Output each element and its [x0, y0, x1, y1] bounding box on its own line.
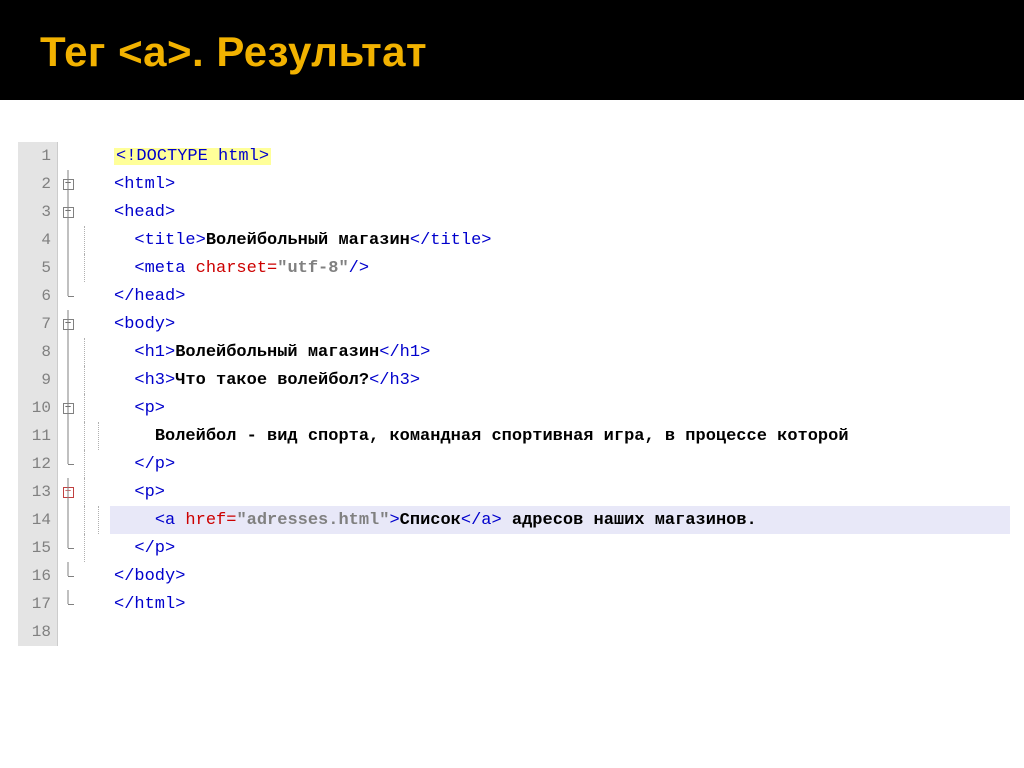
indent-guide: [78, 170, 110, 198]
line-number: 17: [18, 590, 58, 618]
code-content[interactable]: </head>: [110, 282, 185, 310]
fold-gutter: [58, 506, 78, 534]
line-number: 14: [18, 506, 58, 534]
fold-gutter[interactable]: −: [58, 310, 78, 338]
code-content[interactable]: <p>: [110, 478, 165, 506]
indent-guide: [78, 226, 110, 254]
line-number: 18: [18, 618, 58, 646]
code-content[interactable]: <h1>Волейбольный магазин</h1>: [110, 338, 430, 366]
code-line[interactable]: 1 <!DOCTYPE html>: [18, 142, 1024, 170]
code-line[interactable]: 18: [18, 618, 1024, 646]
code-content[interactable]: <html>: [110, 170, 175, 198]
code-content[interactable]: <title>Волейбольный магазин</title>: [110, 226, 492, 254]
code-content[interactable]: <!DOCTYPE html>: [110, 142, 271, 170]
code-content[interactable]: </html>: [110, 590, 185, 618]
code-line[interactable]: 10− <p>: [18, 394, 1024, 422]
indent-guide: [78, 282, 110, 310]
code-line[interactable]: 11 Волейбол - вид спорта, командная спор…: [18, 422, 1024, 450]
indent-guide: [78, 450, 110, 478]
code-line[interactable]: 2− <html>: [18, 170, 1024, 198]
code-line[interactable]: 7− <body>: [18, 310, 1024, 338]
indent-guide: [78, 506, 110, 534]
code-content[interactable]: <p>: [110, 394, 165, 422]
code-line[interactable]: 12 </p>: [18, 450, 1024, 478]
fold-gutter[interactable]: −: [58, 478, 78, 506]
code-line[interactable]: 5 <meta charset="utf-8"/>: [18, 254, 1024, 282]
line-number: 12: [18, 450, 58, 478]
fold-gutter: [58, 562, 78, 590]
fold-gutter: [58, 282, 78, 310]
slide-title: Тег <a>. Результат: [40, 28, 984, 76]
indent-guide: [78, 254, 110, 282]
code-line[interactable]: 15 </p>: [18, 534, 1024, 562]
line-number: 6: [18, 282, 58, 310]
line-number: 4: [18, 226, 58, 254]
line-number: 16: [18, 562, 58, 590]
line-number: 13: [18, 478, 58, 506]
code-content[interactable]: <h3>Что такое волейбол?</h3>: [110, 366, 420, 394]
fold-gutter: [58, 534, 78, 562]
code-content[interactable]: <body>: [110, 310, 175, 338]
indent-guide: [78, 478, 110, 506]
indent-guide: [78, 338, 110, 366]
fold-gutter: [58, 590, 78, 618]
line-number: 10: [18, 394, 58, 422]
line-number: 8: [18, 338, 58, 366]
code-line[interactable]: 3− <head>: [18, 198, 1024, 226]
line-number: 2: [18, 170, 58, 198]
code-line[interactable]: 4 <title>Волейбольный магазин</title>: [18, 226, 1024, 254]
indent-guide: [78, 590, 110, 618]
fold-gutter: [58, 338, 78, 366]
fold-gutter: [58, 366, 78, 394]
fold-gutter: [58, 142, 78, 170]
line-number: 11: [18, 422, 58, 450]
fold-gutter[interactable]: −: [58, 394, 78, 422]
fold-gutter[interactable]: −: [58, 170, 78, 198]
code-editor: 1<!DOCTYPE html>2−<html>3−<head>4 <title…: [18, 142, 1024, 646]
line-number: 7: [18, 310, 58, 338]
code-line[interactable]: 14 <a href="adresses.html">Список</a> ад…: [18, 506, 1024, 534]
code-content[interactable]: <head>: [110, 198, 175, 226]
line-number: 15: [18, 534, 58, 562]
code-content[interactable]: </p>: [110, 450, 175, 478]
code-content[interactable]: </body>: [110, 562, 185, 590]
code-content[interactable]: <meta charset="utf-8"/>: [110, 254, 369, 282]
indent-guide: [78, 142, 110, 170]
line-number: 1: [18, 142, 58, 170]
code-line[interactable]: 16 </body>: [18, 562, 1024, 590]
indent-guide: [78, 198, 110, 226]
line-number: 5: [18, 254, 58, 282]
line-number: 9: [18, 366, 58, 394]
fold-gutter: [58, 422, 78, 450]
code-line[interactable]: 6 </head>: [18, 282, 1024, 310]
fold-gutter[interactable]: −: [58, 198, 78, 226]
indent-guide: [78, 310, 110, 338]
fold-gutter: [58, 450, 78, 478]
code-content[interactable]: </p>: [110, 534, 175, 562]
code-content[interactable]: [110, 618, 114, 646]
indent-guide: [78, 366, 110, 394]
indent-guide: [78, 562, 110, 590]
fold-gutter: [58, 226, 78, 254]
code-line[interactable]: 9 <h3>Что такое волейбол?</h3>: [18, 366, 1024, 394]
line-number: 3: [18, 198, 58, 226]
indent-guide: [78, 394, 110, 422]
slide-header: Тег <a>. Результат: [0, 0, 1024, 104]
fold-gutter: [58, 618, 78, 646]
code-content[interactable]: Волейбол - вид спорта, командная спортив…: [110, 422, 849, 450]
fold-gutter: [58, 254, 78, 282]
code-line[interactable]: 13− <p>: [18, 478, 1024, 506]
indent-guide: [78, 422, 110, 450]
indent-guide: [78, 534, 110, 562]
indent-guide: [78, 618, 110, 646]
code-line[interactable]: 17 </html>: [18, 590, 1024, 618]
code-content[interactable]: <a href="adresses.html">Список</a> адрес…: [110, 506, 1010, 534]
code-line[interactable]: 8 <h1>Волейбольный магазин</h1>: [18, 338, 1024, 366]
